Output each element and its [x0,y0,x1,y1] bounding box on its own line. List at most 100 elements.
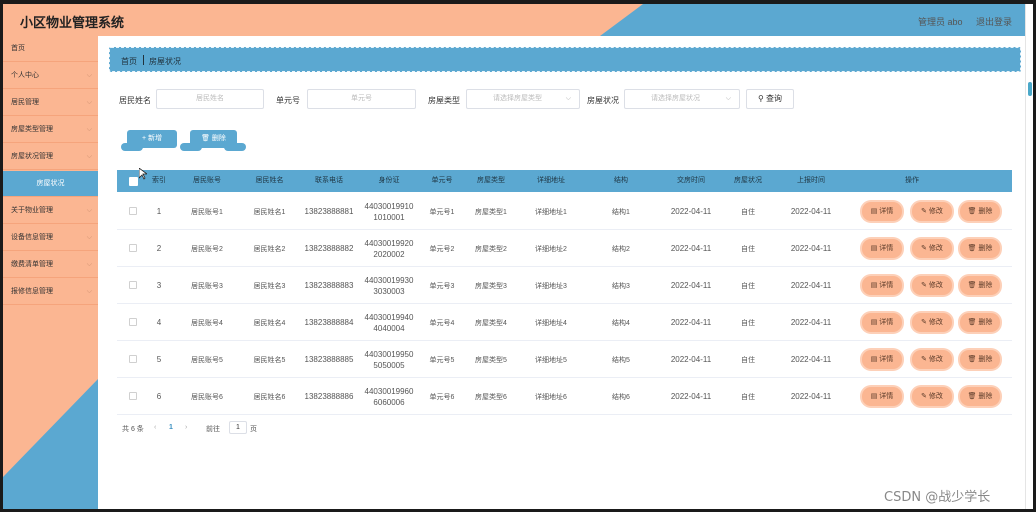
sidebar-item-5[interactable]: 房屋状况 [3,171,98,197]
sidebar-item-2[interactable]: 居民管理 ⌵ [3,90,98,116]
id-card-line: 6060006 [373,397,405,407]
document-icon: ▤ [870,319,880,326]
detail-button[interactable]: ▤ 详情 [862,350,902,369]
pagination-current-page[interactable]: 1 [169,424,173,431]
detail-button[interactable]: ▤ 详情 [862,239,902,258]
row-checkbox[interactable] [129,392,137,400]
type-filter-select[interactable]: 请选择房屋类型 ⌵ [466,89,580,109]
cell-phone: 13823888882 [304,244,354,253]
sidebar-item-6[interactable]: 关于物业管理 ⌵ [3,198,98,224]
sidebar-item-8[interactable]: 缴费清单管理 ⌵ [3,252,98,278]
sidebar-item-9[interactable]: 报修信息管理 ⌵ [3,279,98,305]
sidebar-item-3[interactable]: 房屋类型管理 ⌵ [3,117,98,143]
trash-icon: 🗑 [967,208,979,215]
search-button[interactable]: ⚲ 查询 [746,89,794,109]
column-header: 联系电话 [315,177,343,184]
column-header: 结构 [614,177,628,184]
trash-icon: 🗑 [201,135,212,142]
edit-button[interactable]: ✎ 修改 [912,350,952,369]
delete-button[interactable]: 🗑 删除 [960,350,1000,369]
id-card-line: 44030019930 [364,275,414,285]
select-all-checkbox[interactable] [129,177,138,186]
sidebar-item-7[interactable]: 设备信息管理 ⌵ [3,225,98,251]
row-checkbox[interactable] [129,244,137,252]
edit-icon: ✎ [921,208,929,215]
cell-account: 居民账号1 [191,208,223,216]
add-button-tail [121,143,143,151]
detail-button[interactable]: ▤ 详情 [862,276,902,295]
status-filter-select[interactable]: 请选择房屋状况 ⌵ [624,89,740,109]
cell-index: 6 [156,392,162,401]
edit-button[interactable]: ✎ 修改 [912,239,952,258]
edit-icon: ✎ [921,245,929,252]
edit-button-label: 修改 [928,319,943,326]
delete-button[interactable]: 🗑 删除 [960,313,1000,332]
sidebar-item-1[interactable]: 个人中心 ⌵ [3,63,98,89]
logout-link[interactable]: 退出登录 [976,15,1012,28]
header-decoration [600,4,1025,36]
pagination-next[interactable]: › [185,424,187,431]
app-title: 小区物业管理系统 [20,15,125,30]
status-filter-placeholder: 请选择房屋状况 [651,95,700,102]
delete-button[interactable]: 🗑 删除 [960,239,1000,258]
scroll-handle[interactable] [1028,82,1032,96]
id-card-line: 1010001 [373,212,405,222]
cell-status: 自住 [741,319,755,327]
cell-phone: 13823888884 [304,318,354,327]
row-checkbox[interactable] [129,281,137,289]
table-row: 1 居民账号1 居民姓名1 13823888881 44030019910 1010001… [117,193,1012,230]
unit-filter-input[interactable]: 单元号 [307,89,416,109]
add-button[interactable]: + 新增 [121,130,177,151]
edit-button-label: 修改 [928,245,943,252]
delete-button[interactable]: 🗑 删除 [960,202,1000,221]
edit-icon: ✎ [921,356,929,363]
id-card-line: 44030019940 [364,312,414,322]
cell-phone: 13823888886 [304,392,354,401]
column-header: 房屋类型 [477,177,505,184]
breadcrumb-home[interactable]: 首页 [121,56,137,67]
sidebar-item-label: 首页 [11,45,25,52]
edit-button[interactable]: ✎ 修改 [912,202,952,221]
cell-address: 详细地址3 [535,282,567,290]
row-checkbox[interactable] [129,207,137,215]
name-filter-input[interactable]: 居民姓名 [156,89,264,109]
detail-button[interactable]: ▤ 详情 [862,202,902,221]
sidebar-item-0[interactable]: 首页 [3,36,98,62]
chevron-down-icon: ⌵ [86,261,92,268]
id-card-line: 2020002 [373,249,405,259]
cell-unit: 单元号2 [429,245,455,253]
cell-reported: 2022-04-11 [790,207,832,216]
edit-button[interactable]: ✎ 修改 [912,313,952,332]
pagination-goto-input[interactable]: 1 [229,421,247,434]
breadcrumb-current: 房屋状况 [149,57,181,66]
delete-button-tail-right [224,143,246,151]
pagination-prev[interactable]: ‹ [154,424,156,431]
id-card-line: 44030019920 [364,238,414,248]
cell-name: 居民姓名5 [253,356,286,364]
trash-icon: 🗑 [967,282,979,289]
cell-name: 居民姓名4 [253,319,286,327]
row-checkbox[interactable] [129,355,137,363]
cell-id-card: 44030019940 4040004 [357,304,421,341]
cell-index: 2 [156,244,162,253]
detail-button-label: 详情 [879,319,894,326]
breadcrumb: 首页 房屋状况 [109,47,1021,72]
edit-button[interactable]: ✎ 修改 [912,276,952,295]
detail-button[interactable]: ▤ 详情 [862,313,902,332]
sidebar-item-label: 房屋状况 [36,180,65,187]
sidebar-item-4[interactable]: 房屋状况管理 ⌵ [3,144,98,170]
trash-icon: 🗑 [967,356,979,363]
column-header: 操作 [905,177,919,184]
cell-account: 居民账号6 [191,393,223,401]
name-filter-label: 居民姓名 [119,96,151,105]
delete-button[interactable]: 🗑 删除 [960,276,1000,295]
cell-handover: 2022-04-11 [670,281,712,290]
edit-button[interactable]: ✎ 修改 [912,387,952,406]
sidebar-item-label: 报修信息管理 [11,288,53,295]
row-checkbox[interactable] [129,318,137,326]
batch-delete-button[interactable]: 🗑 删除 [180,130,246,151]
delete-button[interactable]: 🗑 删除 [960,387,1000,406]
detail-button[interactable]: ▤ 详情 [862,387,902,406]
cell-status: 自住 [741,245,755,253]
cell-type: 房屋类型1 [475,208,507,216]
